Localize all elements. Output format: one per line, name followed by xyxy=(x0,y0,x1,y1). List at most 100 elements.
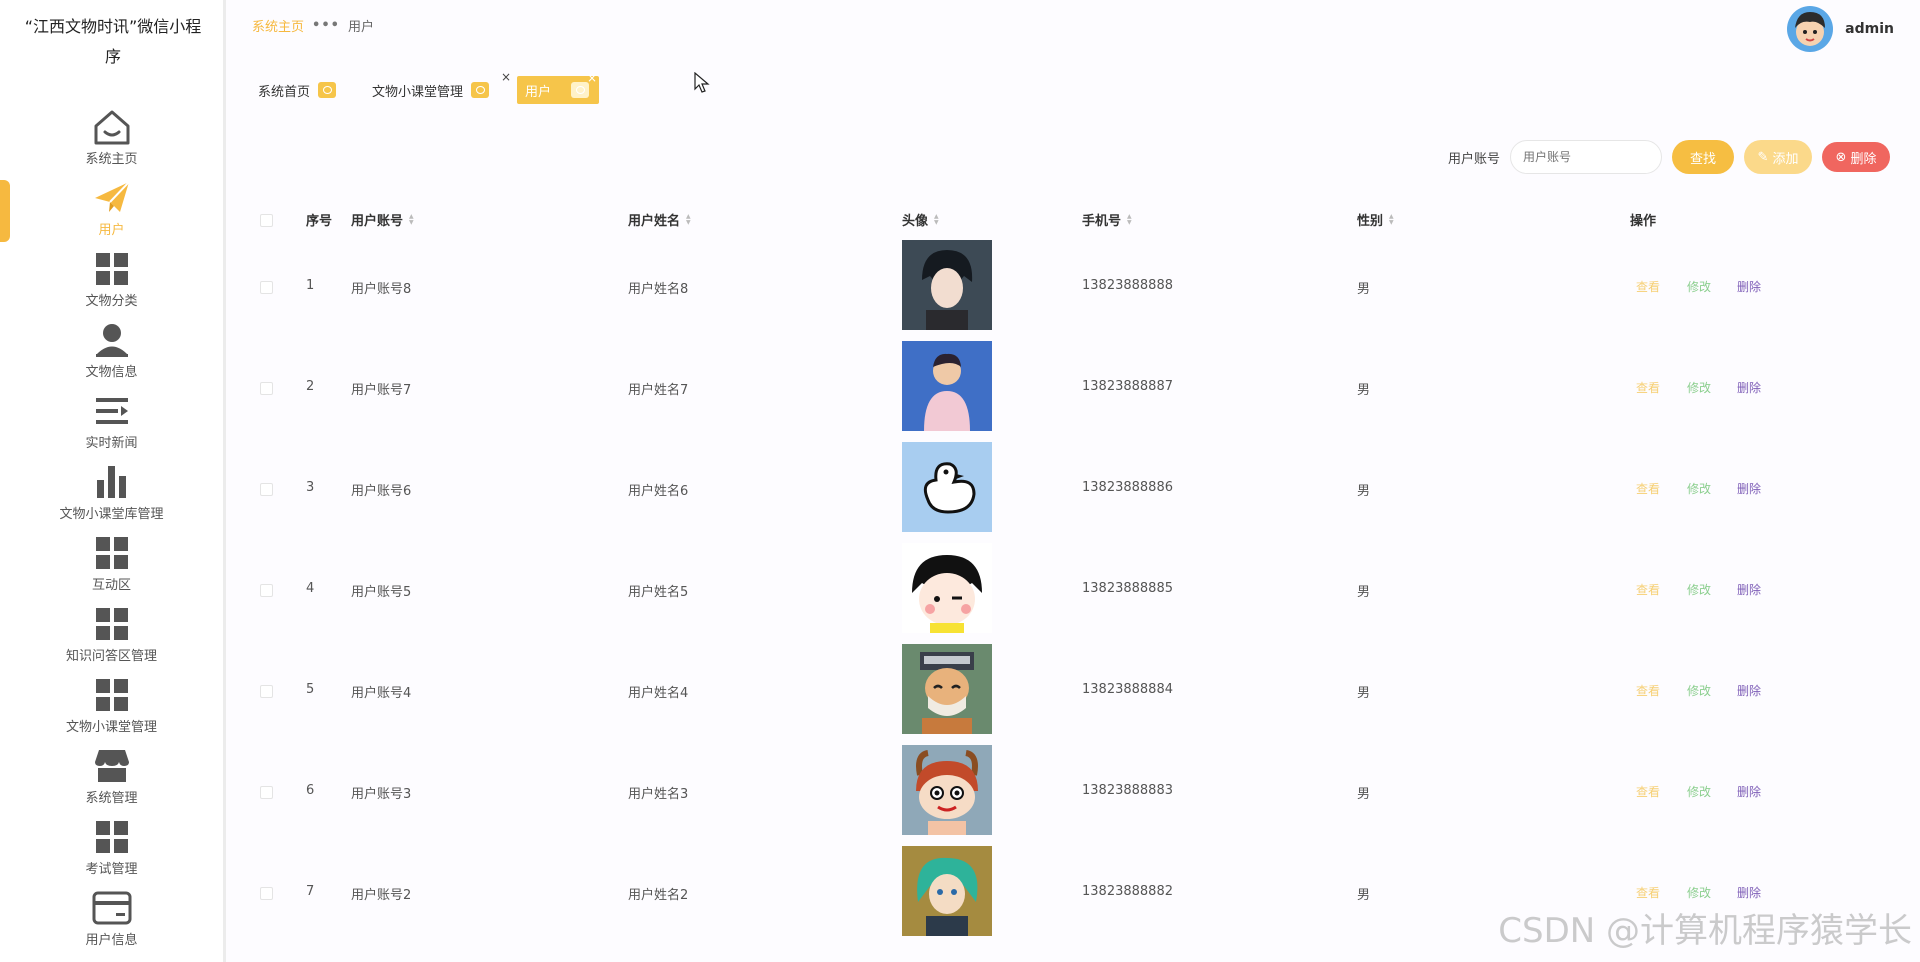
row-checkbox[interactable] xyxy=(260,281,273,294)
sidebar-item-news[interactable]: 实时新闻 xyxy=(0,388,223,459)
avatar-thumbnail[interactable] xyxy=(902,240,992,330)
close-circle-icon: ⊗ xyxy=(1835,149,1847,165)
row-checkbox[interactable] xyxy=(260,584,273,597)
cell-account: 用户账号4 xyxy=(351,686,412,701)
sort-icon: ▲ ▼ xyxy=(1127,212,1132,226)
sidebar-item-users[interactable]: 用户 xyxy=(0,175,223,246)
sidebar-item-classroom[interactable]: 文物小课堂管理 xyxy=(0,672,223,743)
view-link[interactable]: 查看 xyxy=(1636,884,1660,901)
edit-link[interactable]: 修改 xyxy=(1687,480,1711,497)
close-icon[interactable]: × xyxy=(501,70,511,84)
delete-link[interactable]: 删除 xyxy=(1737,379,1761,396)
avatar[interactable] xyxy=(1787,6,1834,52)
row-checkbox[interactable] xyxy=(260,887,273,900)
grid-icon xyxy=(89,672,135,718)
sidebar-item-interaction[interactable]: 互动区 xyxy=(0,530,223,601)
edit-link[interactable]: 修改 xyxy=(1687,379,1711,396)
sort-icon: ▲ ▼ xyxy=(409,212,414,226)
delete-link[interactable]: 删除 xyxy=(1737,783,1761,800)
sidebar-item-relic-info[interactable]: 文物信息 xyxy=(0,317,223,388)
edit-link[interactable]: 修改 xyxy=(1687,884,1711,901)
col-gender[interactable]: 性别 ▲ ▼ xyxy=(1357,210,1394,229)
add-button[interactable]: ✎ 添加 xyxy=(1744,140,1812,174)
cell-phone: 13823888886 xyxy=(1082,480,1173,495)
tab-home[interactable]: 系统首页 xyxy=(250,76,344,104)
col-index: 序号 xyxy=(306,214,333,229)
cell-name: 用户姓名7 xyxy=(628,383,689,398)
row-checkbox[interactable] xyxy=(260,685,273,698)
sidebar: “江西文物时讯”微信小程序 系统主页 用户 文物分类 文物信息 实时新闻 文物小… xyxy=(0,0,226,962)
avatar-thumbnail[interactable] xyxy=(902,341,992,431)
sidebar-item-label: 用户信息 xyxy=(85,933,138,948)
sidebar-item-user-info[interactable]: 用户信息 xyxy=(0,885,223,956)
avatar-thumbnail[interactable] xyxy=(902,745,992,835)
edit-pen-icon: ✎ xyxy=(1757,149,1769,165)
tab-label: 系统首页 xyxy=(258,84,311,100)
cell-phone: 13823888882 xyxy=(1082,884,1173,899)
view-link[interactable]: 查看 xyxy=(1636,581,1660,598)
close-icon[interactable]: × xyxy=(587,71,597,85)
sidebar-item-system[interactable]: 系统管理 xyxy=(0,743,223,814)
breadcrumb-current: 用户 xyxy=(347,20,374,35)
sidebar-item-qa[interactable]: 知识问答区管理 xyxy=(0,601,223,672)
row-checkbox[interactable] xyxy=(260,483,273,496)
search-label: 用户账号 xyxy=(1447,151,1500,167)
search-input[interactable] xyxy=(1510,140,1662,174)
bar-chart-icon xyxy=(89,459,135,505)
grid-icon xyxy=(89,601,135,647)
cell-account: 用户账号7 xyxy=(351,383,412,398)
row-checkbox[interactable] xyxy=(260,786,273,799)
view-link[interactable]: 查看 xyxy=(1636,278,1660,295)
edit-link[interactable]: 修改 xyxy=(1687,278,1711,295)
delete-button[interactable]: ⊗ 删除 xyxy=(1822,142,1890,172)
sidebar-item-label: 考试管理 xyxy=(85,862,138,877)
delete-link[interactable]: 删除 xyxy=(1737,480,1761,497)
select-all-checkbox[interactable] xyxy=(260,214,273,227)
avatar-thumbnail[interactable] xyxy=(902,846,992,936)
cell-name: 用户姓名4 xyxy=(628,686,689,701)
col-account[interactable]: 用户账号 ▲ ▼ xyxy=(351,210,414,229)
edit-link[interactable]: 修改 xyxy=(1687,783,1711,800)
avatar-thumbnail[interactable] xyxy=(902,543,992,633)
cell-index: 7 xyxy=(306,884,315,899)
sidebar-item-exam[interactable]: 考试管理 xyxy=(0,814,223,885)
cell-phone: 13823888885 xyxy=(1082,581,1173,596)
row-checkbox[interactable] xyxy=(260,382,273,395)
col-avatar[interactable]: 头像 ▲ ▼ xyxy=(902,210,939,229)
app-title: “江西文物时讯”微信小程序 xyxy=(24,17,202,66)
edit-link[interactable]: 修改 xyxy=(1687,581,1711,598)
username[interactable]: admin xyxy=(1845,21,1894,37)
view-link[interactable]: 查看 xyxy=(1636,783,1660,800)
delete-button-label: 删除 xyxy=(1850,151,1877,167)
avatar-thumbnail[interactable] xyxy=(902,644,992,734)
sidebar-item-home[interactable]: 系统主页 xyxy=(0,104,223,175)
search-button[interactable]: 查找 xyxy=(1672,140,1734,174)
cell-index: 1 xyxy=(306,278,315,293)
store-icon xyxy=(89,743,135,789)
sidebar-item-category[interactable]: 文物分类 xyxy=(0,246,223,317)
tab-classroom[interactable]: 文物小课堂管理 × xyxy=(364,70,511,104)
col-name[interactable]: 用户姓名 ▲ ▼ xyxy=(628,210,691,229)
view-link[interactable]: 查看 xyxy=(1636,682,1660,699)
avatar-thumbnail[interactable] xyxy=(902,442,992,532)
edit-link[interactable]: 修改 xyxy=(1687,682,1711,699)
tab-users[interactable]: 用户 × xyxy=(517,71,600,104)
delete-link[interactable]: 删除 xyxy=(1737,884,1761,901)
add-button-label: 添加 xyxy=(1772,151,1799,167)
user-menu[interactable]: admin xyxy=(1787,6,1894,52)
breadcrumb-home[interactable]: 系统主页 xyxy=(252,16,304,35)
sidebar-item-classroom-lib[interactable]: 文物小课堂库管理 xyxy=(0,459,223,530)
delete-link[interactable]: 删除 xyxy=(1737,581,1761,598)
view-link[interactable]: 查看 xyxy=(1636,379,1660,396)
delete-link[interactable]: 删除 xyxy=(1737,682,1761,699)
delete-link[interactable]: 删除 xyxy=(1737,278,1761,295)
cell-name: 用户姓名8 xyxy=(628,282,689,297)
sidebar-item-label: 系统主页 xyxy=(85,152,138,167)
cell-account: 用户账号2 xyxy=(351,888,412,903)
col-phone[interactable]: 手机号 ▲ ▼ xyxy=(1082,210,1132,229)
cell-account: 用户账号5 xyxy=(351,585,412,600)
grid-icon xyxy=(89,814,135,860)
view-link[interactable]: 查看 xyxy=(1636,480,1660,497)
tab-status-icon xyxy=(471,82,490,98)
cell-index: 4 xyxy=(306,581,315,596)
